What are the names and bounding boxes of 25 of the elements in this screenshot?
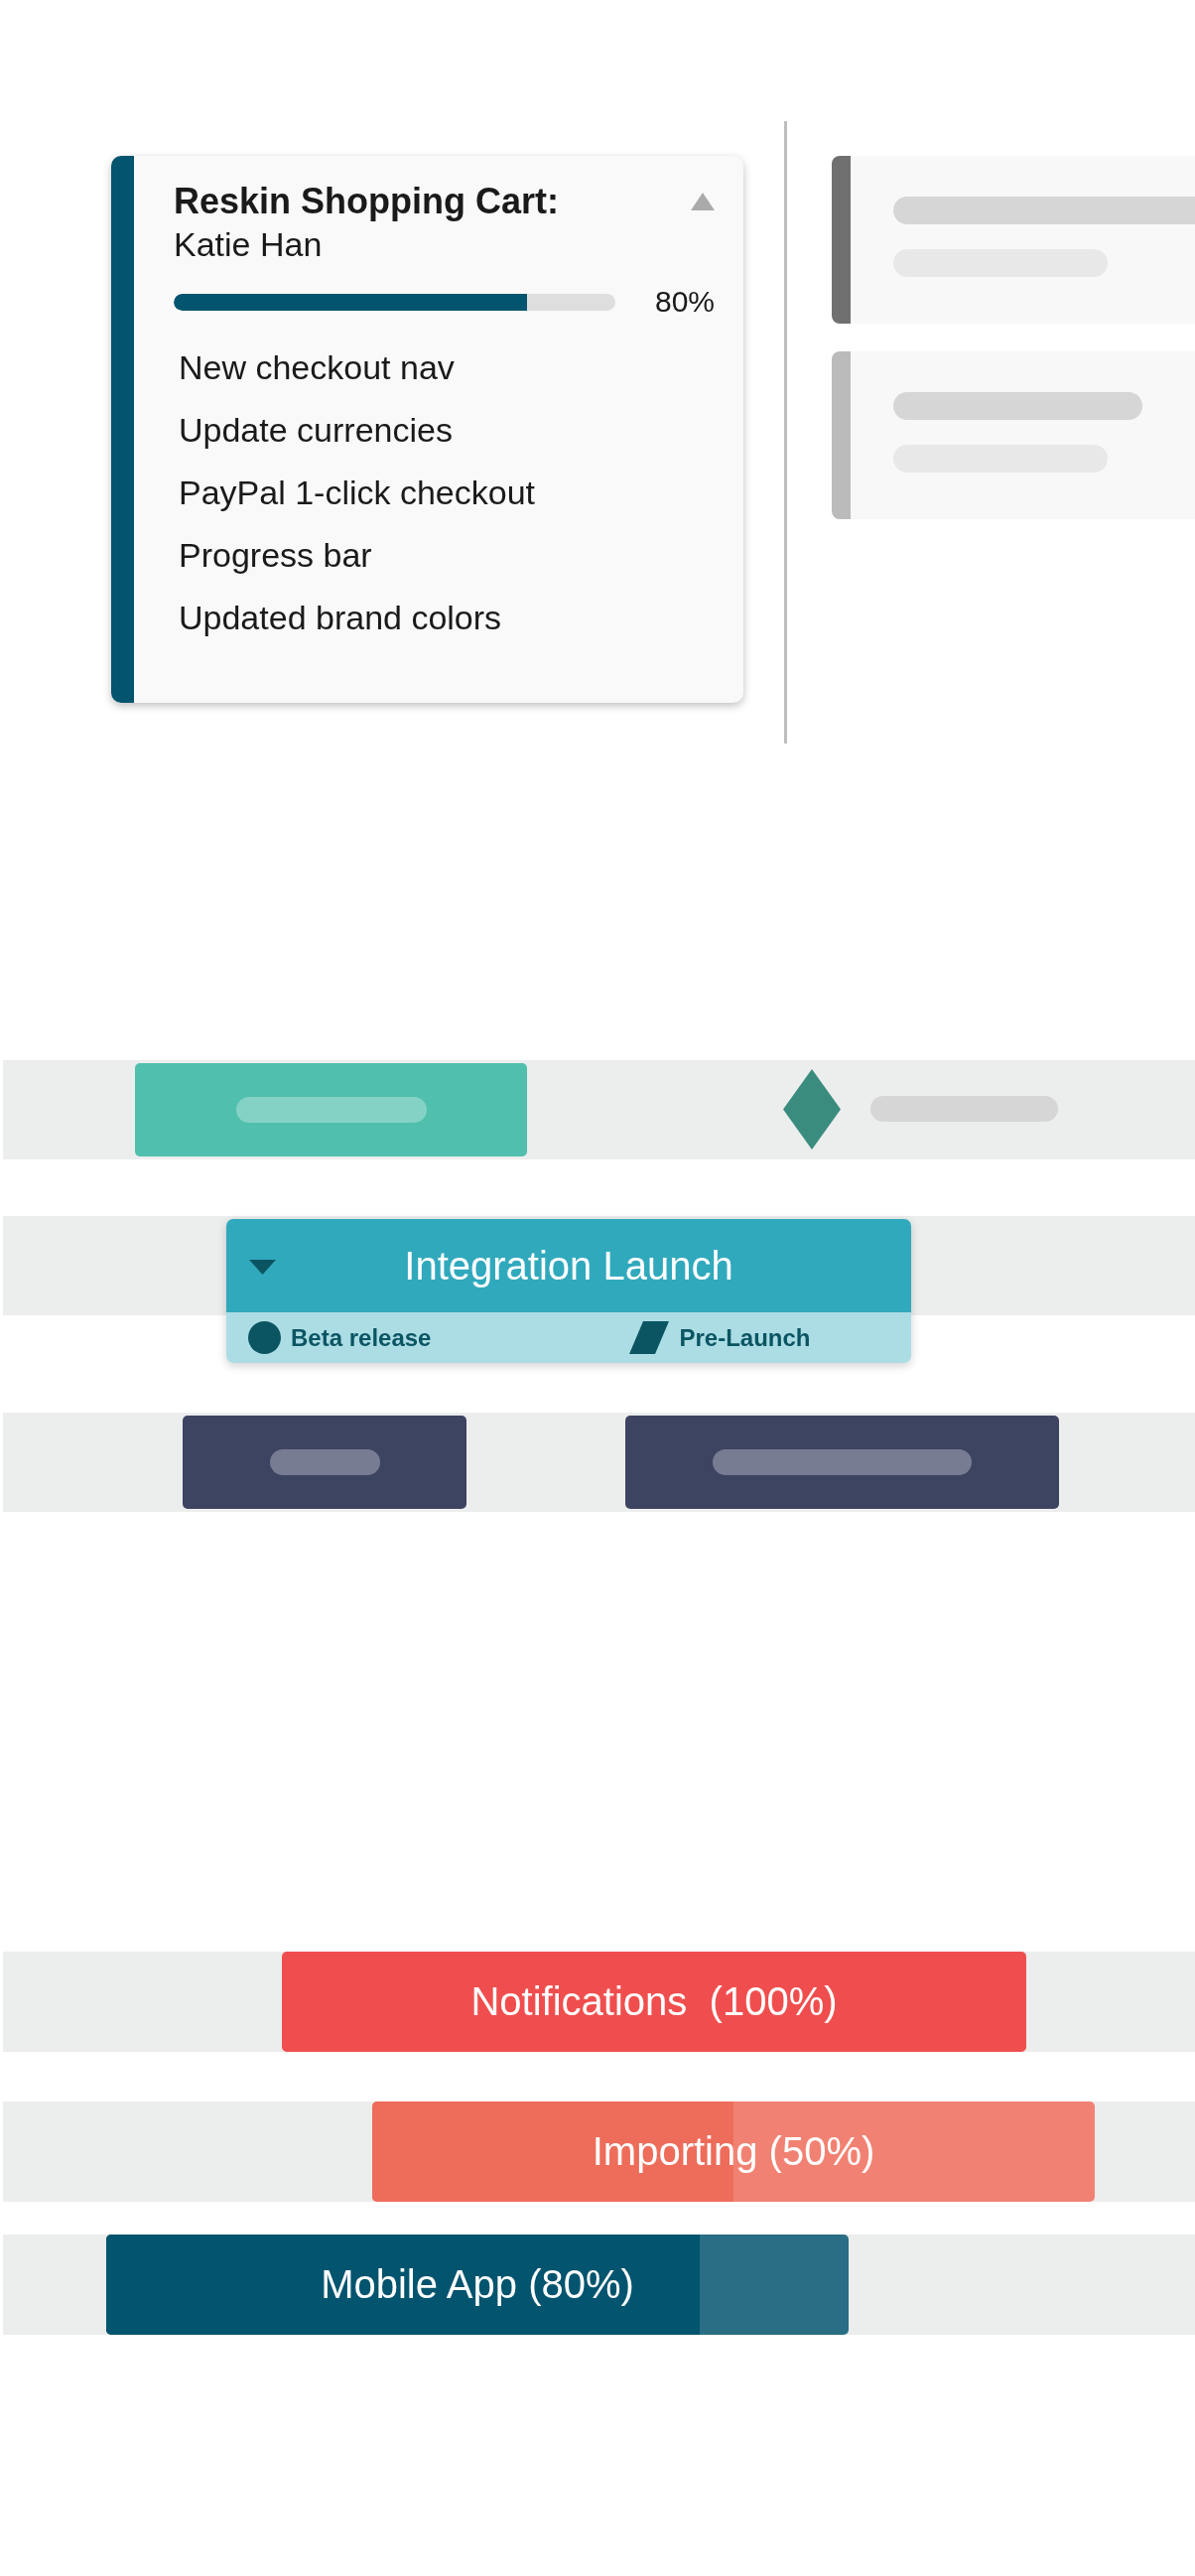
expand-caret-icon[interactable] xyxy=(249,1260,276,1275)
progress-bar[interactable]: Importing (50%) xyxy=(372,2101,1095,2202)
milestone-label: Pre-Launch xyxy=(679,1323,811,1352)
task-item: New checkout nav xyxy=(179,347,456,388)
milestone-diamond-icon[interactable] xyxy=(783,1069,841,1150)
task-item: Progress bar xyxy=(179,535,373,576)
owner-name: Katie Han xyxy=(174,224,324,265)
card-title: Reskin Shopping Cart: xyxy=(174,180,560,223)
circle-marker-icon xyxy=(248,1321,281,1354)
bar-label: Notifications (100%) xyxy=(470,1979,838,2024)
bar-label: Mobile App (80%) xyxy=(321,2262,634,2307)
bar-label: Importing (50%) xyxy=(592,2129,875,2174)
progress-reading: 80% xyxy=(655,285,716,319)
parallelogram-marker-icon xyxy=(629,1321,670,1354)
task-item: PayPal 1-click checkout xyxy=(179,473,537,513)
milestone-label: Beta release xyxy=(291,1323,432,1352)
progress-bar[interactable]: Notifications (100%) xyxy=(282,1952,1026,2052)
task-bar[interactable] xyxy=(135,1063,527,1156)
task-bar[interactable] xyxy=(183,1416,466,1509)
task-bar[interactable] xyxy=(625,1416,1059,1509)
group-title: Integration Launch xyxy=(404,1243,733,1288)
task-item: Updated brand colors xyxy=(179,598,503,638)
collapse-icon[interactable] xyxy=(690,192,716,211)
progress-bar[interactable]: Mobile App (80%) xyxy=(106,2235,849,2335)
task-item: Update currencies xyxy=(179,410,454,451)
